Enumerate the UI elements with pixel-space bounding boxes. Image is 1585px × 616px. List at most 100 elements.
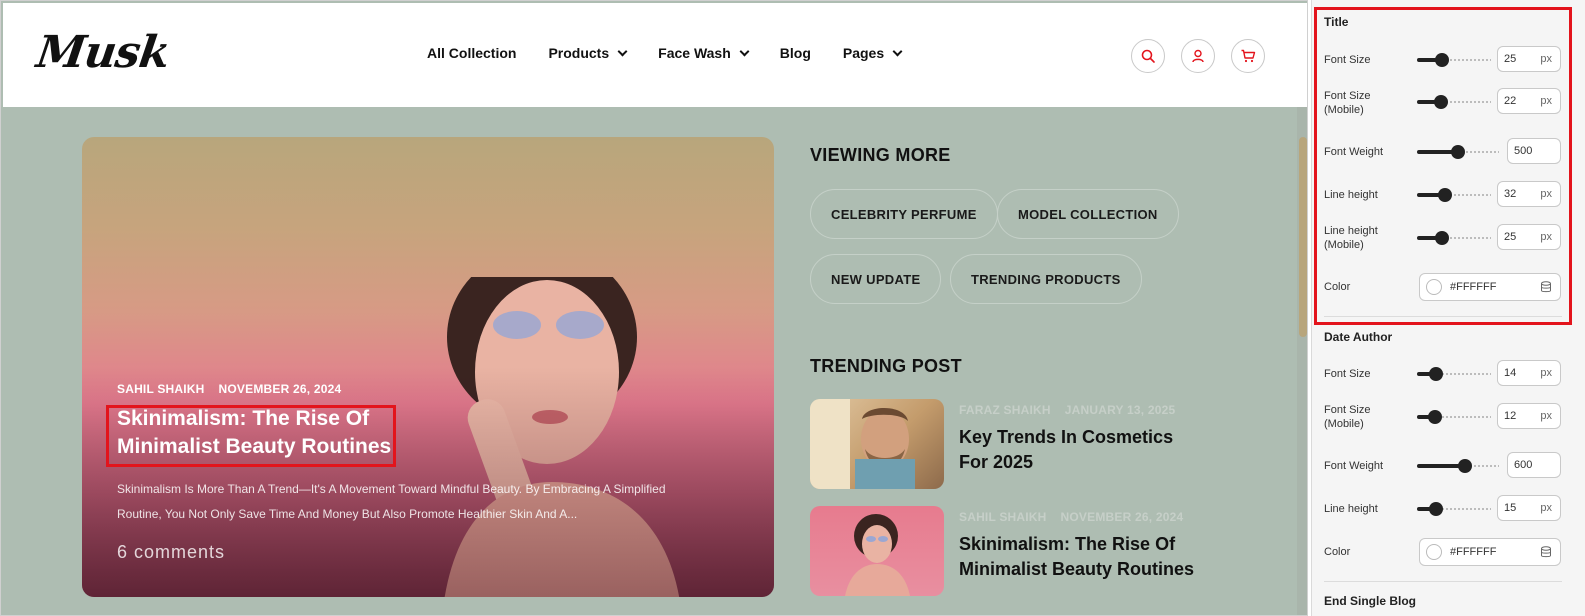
font-size-mobile-slider[interactable] (1417, 95, 1491, 109)
font-size-label: Font Size (1324, 54, 1371, 66)
tag-button[interactable]: TRENDING PRODUCTS (950, 254, 1142, 304)
post-title[interactable]: Skinimalism: The Rise Of Minimalist Beau… (959, 532, 1199, 582)
post-date: JANUARY 13, 2025 (1064, 403, 1176, 417)
color-swatch[interactable] (1426, 279, 1442, 295)
slider-handle[interactable] (1451, 145, 1465, 159)
input-value: 15 (1504, 502, 1517, 514)
cart-icon (1241, 49, 1256, 63)
group-title-label: End Single Blog (1324, 594, 1416, 608)
post-author[interactable]: SAHIL SHAIKH (117, 382, 205, 396)
slider-handle[interactable] (1434, 95, 1448, 109)
post-author[interactable]: SAHIL SHAIKH (959, 510, 1047, 524)
chevron-down-icon (892, 46, 903, 56)
account-button[interactable] (1181, 39, 1215, 73)
nav-item-face-wash[interactable]: Face Wash (658, 45, 750, 61)
line-height-slider[interactable] (1417, 188, 1491, 202)
search-button[interactable] (1131, 39, 1165, 73)
post-title[interactable]: Key Trends In Cosmetics For 2025 (959, 425, 1199, 475)
color-picker-input[interactable]: #FFFFFF (1419, 538, 1561, 566)
nav-item-products[interactable]: Products (548, 45, 628, 61)
font-size-mobile-input[interactable]: 12 px (1497, 403, 1561, 429)
slider-handle[interactable] (1429, 502, 1443, 516)
site-header: Musk All Collection Products Face Wash B… (3, 3, 1307, 107)
unit-label: px (1540, 410, 1552, 422)
slider-handle[interactable] (1435, 53, 1449, 67)
site-preview: Musk All Collection Products Face Wash B… (0, 0, 1308, 616)
unit-label: px (1540, 231, 1552, 243)
nav-label: Products (548, 45, 610, 61)
divider (1324, 581, 1562, 582)
nav-label: All Collection (427, 45, 517, 61)
input-value: 25 (1504, 231, 1517, 243)
tag-button[interactable]: CELEBRITY PERFUME (810, 189, 998, 239)
unit-label: px (1540, 502, 1552, 514)
nav-label: Pages (842, 45, 885, 61)
slider-handle[interactable] (1435, 231, 1449, 245)
unit-label: px (1540, 367, 1552, 379)
post-thumbnail[interactable] (810, 399, 944, 489)
main-nav: All Collection Products Face Wash Blog P… (427, 45, 933, 61)
tag-button[interactable]: MODEL COLLECTION (997, 189, 1179, 239)
font-weight-input[interactable]: 500 (1507, 138, 1561, 164)
slider-handle[interactable] (1458, 459, 1472, 473)
color-swatch[interactable] (1426, 544, 1442, 560)
input-value: 500 (1514, 145, 1533, 157)
font-size-mobile-slider[interactable] (1417, 410, 1491, 424)
viewing-more-heading: VIEWING MORE (810, 145, 951, 165)
line-height-mobile-input[interactable]: 25 px (1497, 224, 1561, 250)
post-comments-count[interactable]: 6 comments (117, 542, 225, 563)
color-picker-input[interactable]: #FFFFFF (1419, 273, 1561, 301)
color-label: Color (1324, 546, 1351, 558)
input-value: 22 (1504, 95, 1517, 107)
font-weight-slider[interactable] (1417, 459, 1499, 473)
font-size-mobile-input[interactable]: 22 px (1497, 88, 1561, 114)
input-value: 14 (1504, 367, 1517, 379)
font-weight-label: Font Weight (1324, 146, 1384, 158)
line-height-mobile-label: Line height (Mobile) (1324, 225, 1378, 251)
divider (1324, 316, 1562, 317)
font-weight-slider[interactable] (1417, 145, 1499, 159)
site-logo[interactable]: Musk (33, 27, 172, 78)
slider-handle[interactable] (1428, 410, 1442, 424)
nav-label: Face Wash (658, 45, 731, 61)
color-value: #FFFFFF (1450, 546, 1497, 558)
font-size-input[interactable]: 25 px (1497, 46, 1561, 72)
featured-post-card[interactable]: SAHIL SHAIKH NOVEMBER 26, 2024 Skinimali… (82, 137, 774, 597)
search-icon (1141, 49, 1155, 63)
color-value: #FFFFFF (1450, 281, 1497, 293)
settings-panel: Title Font Size 25 px Font Size (Mobile)… (1311, 0, 1585, 616)
preview-scrollbar[interactable] (1297, 107, 1307, 615)
post-excerpt: Skinimalism Is More Than A Trend—It's A … (117, 482, 666, 521)
font-size-slider[interactable] (1417, 53, 1491, 67)
post-meta: SAHIL SHAIKH NOVEMBER 26, 2024 (117, 382, 341, 396)
font-size-mobile-label: Font Size (Mobile) (1324, 90, 1371, 116)
post-title[interactable]: Skinimalism: The Rise Of Minimalist Beau… (117, 405, 397, 461)
unit-label: px (1540, 95, 1552, 107)
post-author[interactable]: FARAZ SHAIKH (959, 403, 1051, 417)
post-thumbnail[interactable] (810, 506, 944, 596)
line-height-mobile-slider[interactable] (1417, 231, 1491, 245)
group-title-label: Date Author (1324, 330, 1393, 344)
font-weight-input[interactable]: 600 (1507, 452, 1561, 478)
nav-item-pages[interactable]: Pages (842, 45, 903, 61)
trending-post-heading: TRENDING POST (810, 356, 962, 376)
nav-item-all-collection[interactable]: All Collection (427, 45, 516, 61)
slider-handle[interactable] (1429, 367, 1443, 381)
line-height-input[interactable]: 15 px (1497, 495, 1561, 521)
input-value: 12 (1504, 410, 1517, 422)
cart-button[interactable] (1231, 39, 1265, 73)
tag-button[interactable]: NEW UPDATE (810, 254, 942, 304)
font-size-slider[interactable] (1417, 367, 1491, 381)
slider-handle[interactable] (1438, 188, 1452, 202)
scrollbar-thumb[interactable] (1299, 137, 1307, 337)
line-height-input[interactable]: 32 px (1497, 181, 1561, 207)
nav-item-blog[interactable]: Blog (780, 45, 811, 61)
color-label: Color (1324, 281, 1351, 293)
post-meta: SAHIL SHAIKH NOVEMBER 26, 2024 (959, 510, 1183, 524)
post-date: NOVEMBER 26, 2024 (218, 382, 342, 396)
font-size-input[interactable]: 14 px (1497, 360, 1561, 386)
line-height-slider[interactable] (1417, 502, 1491, 516)
database-icon[interactable] (1540, 281, 1552, 293)
database-icon[interactable] (1540, 546, 1552, 558)
group-title-label: Title (1324, 15, 1349, 29)
